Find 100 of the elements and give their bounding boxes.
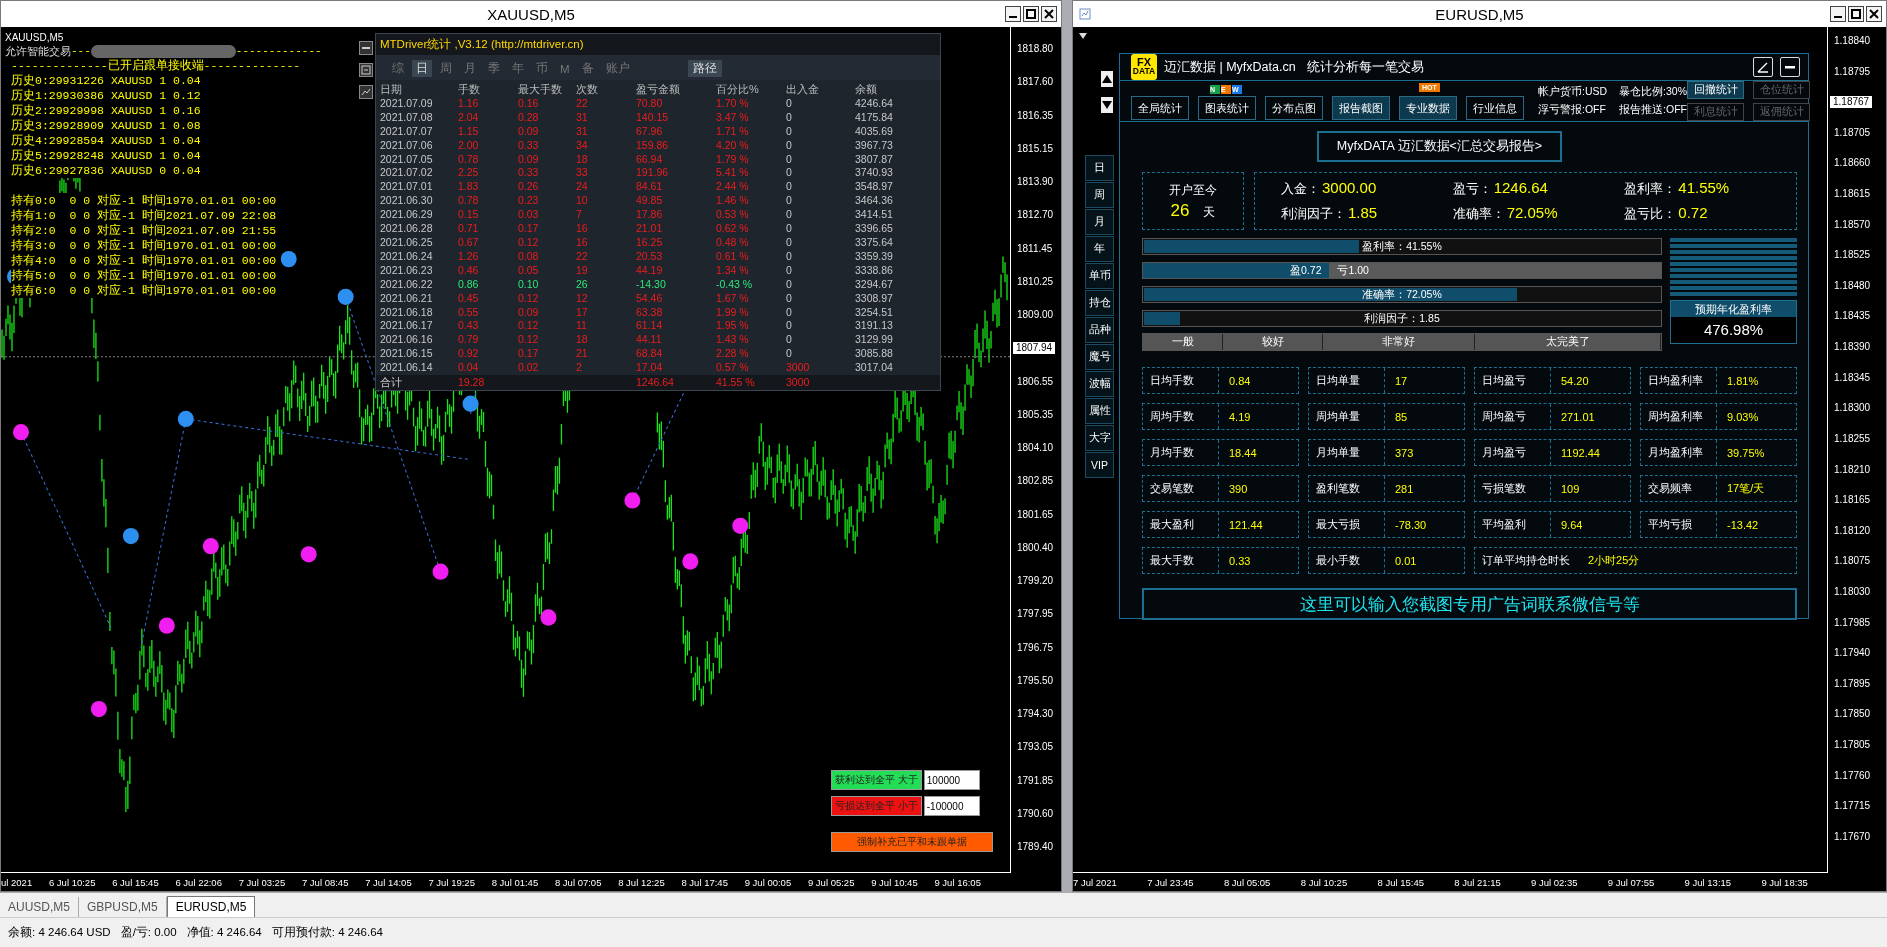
time-label: 8 Jul 12:25 <box>618 876 665 888</box>
side-button[interactable]: VIP <box>1085 452 1114 478</box>
force-sync-button[interactable]: 强制补充已平和未跟单据 <box>831 832 993 852</box>
price-label: 1817.60 <box>1016 76 1054 89</box>
time-label: 9 Jul 10:45 <box>871 876 918 888</box>
annual-return-value: 476.98% <box>1671 317 1796 343</box>
time-label: 7 Jul 23:45 <box>1147 876 1194 888</box>
table-cell-text: 1.71 % <box>716 124 750 139</box>
table-cell-text: 2021.06.30 <box>380 194 434 209</box>
close-rule-label: 获利达到全平 大于 <box>831 770 922 790</box>
side-button[interactable]: 单币 <box>1085 263 1114 289</box>
table-cell-text: 0.43 <box>458 319 480 334</box>
price-label: 1.18840 <box>1833 35 1871 47</box>
window-title: EURUSD,M5 <box>1435 5 1524 23</box>
path-button[interactable]: 路径 <box>687 60 722 77</box>
side-button[interactable]: 年 <box>1085 236 1114 262</box>
side-button[interactable]: 属性 <box>1085 398 1114 424</box>
table-cell-text: 2021.06.23 <box>380 263 434 278</box>
side-button[interactable]: 大字 <box>1085 425 1114 451</box>
maximize-icon[interactable] <box>1023 6 1039 22</box>
table-cell-text: 2021.06.15 <box>380 347 434 362</box>
maximize-icon[interactable] <box>1848 6 1864 22</box>
report-tab[interactable]: 分布点图 <box>1265 96 1323 120</box>
rating-label: 太完美了 <box>1475 334 1661 350</box>
exit-marker <box>90 700 107 718</box>
report-tab[interactable]: 专业数据 <box>1399 96 1457 120</box>
table-cell-text: 0.09 <box>518 305 540 320</box>
dropdown-icon[interactable] <box>1079 33 1087 39</box>
account-info: 浮亏警报:OFF <box>1538 103 1607 117</box>
table-cell-text: 16 <box>576 235 589 250</box>
summary-label: 入金： <box>1281 181 1320 198</box>
period-tab[interactable]: 日 <box>412 60 432 77</box>
scroll-down-icon[interactable] <box>1101 97 1113 113</box>
metric-label: 盈利笔数 <box>1309 476 1385 501</box>
table-cell-text: 3.47 % <box>716 110 750 125</box>
price-label: 1796.75 <box>1016 641 1054 654</box>
metric-label: 周均单量 <box>1309 404 1385 429</box>
side-button[interactable]: 品种 <box>1085 317 1114 343</box>
report-tab[interactable]: 行业信息 <box>1466 96 1524 120</box>
side-button[interactable]: 持仓 <box>1085 290 1114 316</box>
table-cell-text: 1.46 % <box>716 194 750 209</box>
metric-label: 周均盈利率 <box>1641 404 1717 429</box>
table-cell-text: 0.23 <box>518 194 540 209</box>
side-button[interactable]: 波幅 <box>1085 371 1114 397</box>
price-label: 1793.05 <box>1016 741 1054 754</box>
price-label: 1802.85 <box>1016 475 1054 488</box>
price-label: 1794.30 <box>1016 708 1054 720</box>
statistics-tab[interactable]: 回撤统计 <box>1687 81 1745 99</box>
minimize-icon[interactable] <box>1830 6 1846 22</box>
metric-label: 交易频率 <box>1641 476 1717 501</box>
chart-tab[interactable]: EURUSD,M5 <box>166 896 256 917</box>
metric-value: 281 <box>1394 482 1415 495</box>
close-icon[interactable] <box>1041 6 1057 22</box>
side-button[interactable]: 周 <box>1085 182 1114 208</box>
table-cell-text: 0 <box>786 194 793 209</box>
exit-marker <box>158 617 175 634</box>
report-tab[interactable]: 全局统计 <box>1131 96 1189 120</box>
table-cell-text: 63.38 <box>636 305 664 320</box>
table-cell-text: 0.09 <box>518 152 540 167</box>
price-label: 1.18570 <box>1833 218 1871 231</box>
table-cell-text: 31 <box>576 124 589 139</box>
ratio-bar-label: 盈利率：41.55% <box>1362 239 1442 254</box>
chart-icon[interactable] <box>359 85 373 99</box>
table-cell-text: 0 <box>786 305 793 320</box>
side-button[interactable]: 魔号 <box>1085 344 1114 370</box>
metric-label: 平均盈利 <box>1475 512 1551 537</box>
collapse-icon[interactable] <box>359 41 373 55</box>
table-cell-text: 0 <box>786 166 793 181</box>
metric-label: 月均手数 <box>1143 440 1219 465</box>
side-button[interactable]: 月 <box>1085 209 1114 235</box>
metric-value: 17 <box>1394 374 1409 387</box>
report-tab[interactable]: 报告截图 <box>1332 96 1390 120</box>
table-cell-text: 41.55 % <box>716 375 756 391</box>
side-button[interactable]: 日 <box>1085 155 1114 181</box>
account-info: 帐户货币:USD <box>1538 85 1608 99</box>
time-label: 7 Jul 2021 <box>1073 876 1117 888</box>
table-cell-text: 0.46 <box>458 263 480 278</box>
metric-value: 4.19 <box>1228 410 1252 423</box>
metric-label: 月均盈亏 <box>1475 440 1551 465</box>
table-cell-text: 0 <box>786 96 793 111</box>
minimize-icon[interactable] <box>1005 6 1021 22</box>
table-cell-text: 10 <box>576 194 589 209</box>
threshold-input[interactable]: 100000 <box>923 770 980 790</box>
report-tab[interactable]: 图表统计 <box>1198 96 1256 120</box>
table-cell-text: 0.15 <box>458 208 480 223</box>
table-cell-text: 61.14 <box>636 319 664 334</box>
time-label: 8 Jul 17:45 <box>681 876 728 888</box>
scroll-up-icon[interactable] <box>1101 71 1113 87</box>
table-cell-text: 0.33 <box>518 166 540 181</box>
edit-icon[interactable] <box>1753 57 1773 77</box>
exit-marker <box>300 546 317 563</box>
hide-icon[interactable] <box>359 63 373 77</box>
status-text: 可用预付款: 4 246.64 <box>271 925 383 940</box>
close-icon[interactable] <box>1866 6 1882 22</box>
threshold-input[interactable]: -100000 <box>923 796 980 816</box>
entry-marker <box>462 395 479 412</box>
metric-label: 最小手数 <box>1309 548 1385 573</box>
table-cell-text: 2021.06.22 <box>380 277 434 292</box>
time-label: 8 Jul 21:15 <box>1454 876 1501 888</box>
price-label: 1806.55 <box>1016 375 1054 388</box>
